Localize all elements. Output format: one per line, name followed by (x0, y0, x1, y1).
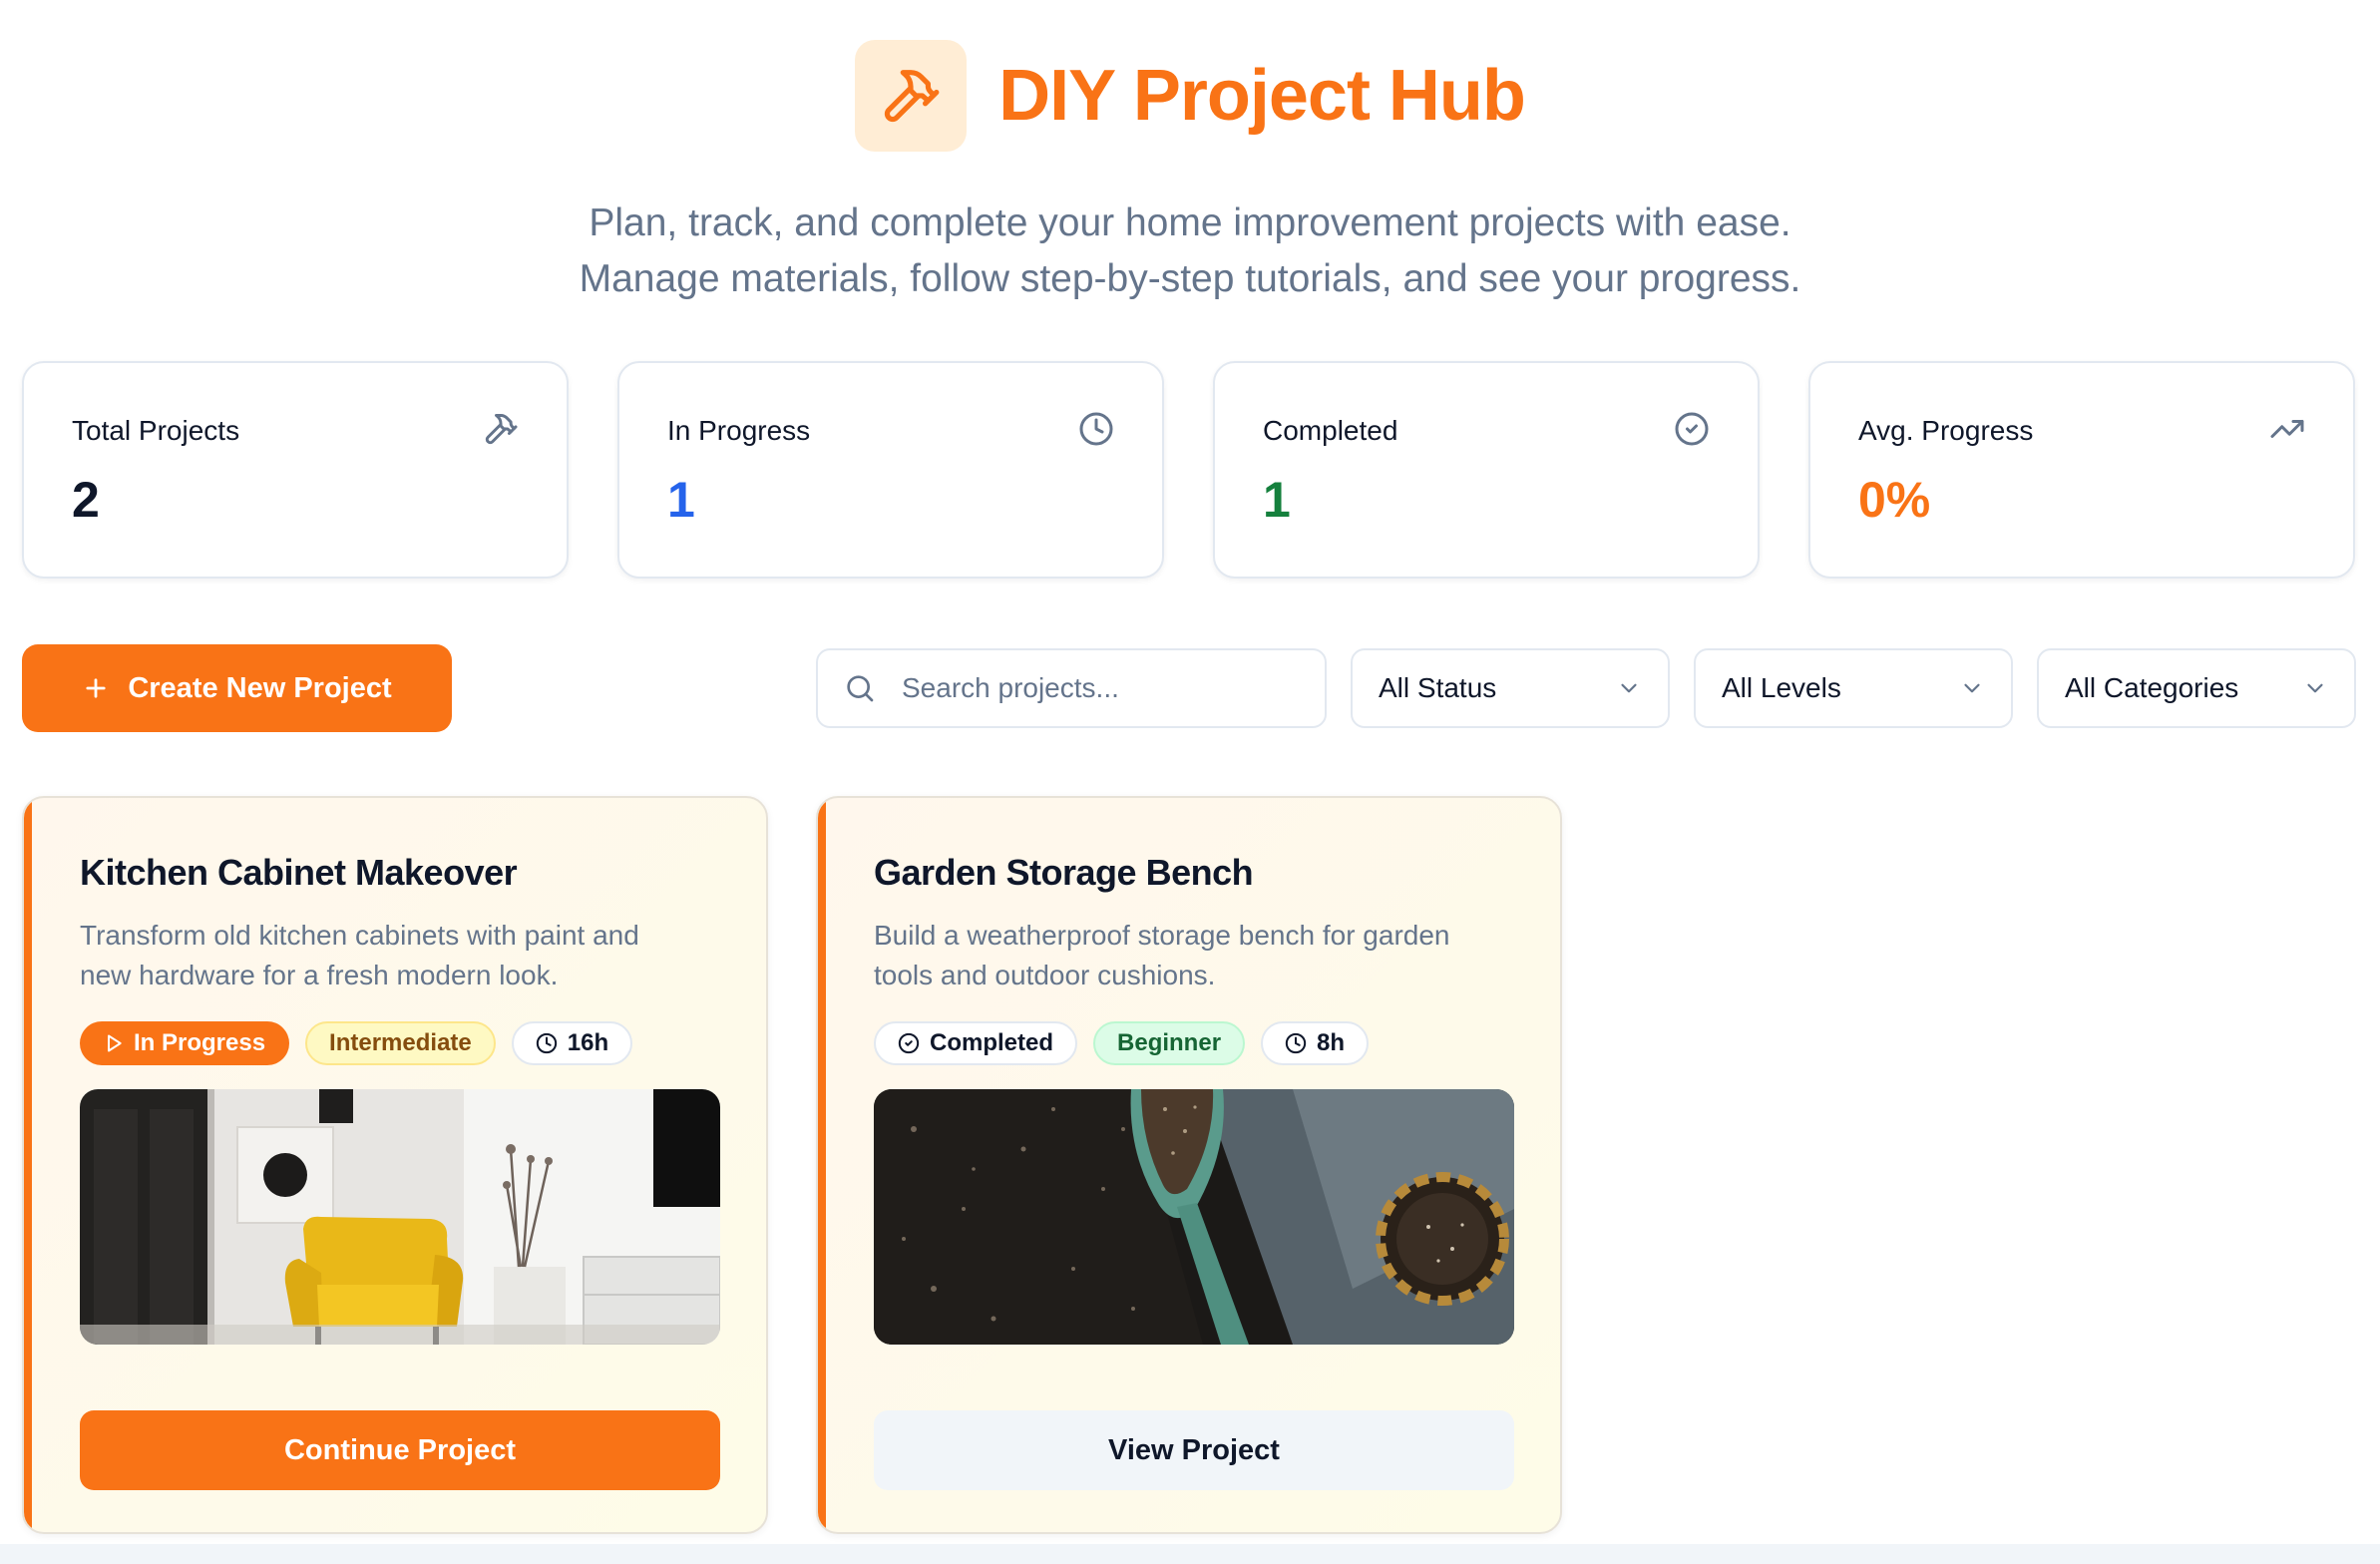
chevron-down-icon (1621, 683, 1637, 693)
living-room-photo (80, 1089, 720, 1345)
page-subtitle: Plan, track, and complete your home impr… (0, 196, 2380, 307)
status-filter-select[interactable]: All Status (1351, 648, 1670, 728)
clock-icon (536, 1032, 557, 1054)
stat-label: Total Projects (72, 415, 240, 446)
chevron-down-icon (1964, 683, 1980, 693)
search-box (816, 648, 1327, 728)
category-filter-select[interactable]: All Categories (2037, 648, 2356, 728)
status-badge: In Progress (80, 1021, 290, 1065)
trending-up-icon (2270, 420, 2304, 438)
time-badge: 16h (511, 1021, 633, 1065)
view-project-button[interactable]: View Project (874, 1410, 1514, 1490)
page-bottom-edge (0, 1544, 2380, 1564)
search-icon (847, 675, 874, 702)
stat-card-in-progress: In Progress 1 (617, 361, 1164, 579)
continue-project-button[interactable]: Continue Project (80, 1410, 720, 1490)
stat-label: Avg. Progress (1858, 415, 2034, 446)
stat-value: 2 (72, 472, 100, 528)
project-badges: In Progress Intermediate 16h (80, 1021, 633, 1065)
status-badge: Completed (874, 1021, 1078, 1065)
time-badge-label: 16h (567, 1029, 609, 1056)
page-title: DIY Project Hub (998, 56, 1526, 136)
time-badge: 8h (1261, 1021, 1370, 1065)
clock-icon (1079, 412, 1113, 446)
search-input[interactable] (902, 672, 1281, 704)
check-circle-icon (898, 1032, 920, 1054)
project-image (80, 1089, 720, 1345)
page-header: DIY Project Hub Plan, track, and complet… (0, 40, 2380, 307)
brand: DIY Project Hub (0, 40, 2380, 152)
level-filter-value: All Levels (1722, 672, 1841, 703)
stat-value: 0% (1858, 472, 1931, 528)
difficulty-badge-label: Beginner (1117, 1029, 1222, 1056)
stat-label: In Progress (667, 415, 811, 446)
stat-label: Completed (1263, 415, 1398, 446)
project-title: Garden Storage Bench (874, 852, 1254, 893)
play-icon (108, 1034, 122, 1052)
stat-value: 1 (1263, 472, 1291, 528)
stat-card-completed: Completed 1 (1213, 361, 1760, 579)
status-badge-label: Completed (930, 1029, 1054, 1056)
clock-icon (1285, 1032, 1307, 1054)
stat-card-total: Total Projects 2 (22, 361, 569, 579)
project-description: Build a weatherproof storage bench for g… (874, 920, 1450, 990)
project-image (874, 1089, 1514, 1345)
plus-icon (86, 678, 106, 698)
project-title: Kitchen Cabinet Makeover (80, 852, 518, 893)
project-card[interactable]: Kitchen Cabinet Makeover Transform old k… (22, 796, 768, 1534)
level-filter-select[interactable]: All Levels (1694, 648, 2013, 728)
project-badges: Completed Beginner 8h (874, 1021, 1370, 1065)
stat-value: 1 (667, 472, 695, 528)
garden-trowel-photo (874, 1089, 1514, 1345)
category-filter-value: All Categories (2065, 672, 2239, 703)
create-project-button[interactable]: Create New Project (22, 644, 452, 732)
create-project-label: Create New Project (128, 671, 392, 704)
status-badge-label: In Progress (134, 1029, 266, 1056)
stat-card-avg-progress: Avg. Progress 0% (1808, 361, 2355, 579)
time-badge-label: 8h (1317, 1029, 1346, 1056)
check-circle-icon (1675, 412, 1709, 446)
hammer-icon (855, 40, 968, 152)
difficulty-badge: Beginner (1093, 1021, 1246, 1065)
subtitle-line: Manage materials, follow step-by-step tu… (579, 257, 1801, 300)
status-filter-value: All Status (1379, 672, 1497, 703)
project-description: Transform old kitchen cabinets with pain… (80, 920, 639, 990)
hammer-icon (485, 413, 518, 445)
subtitle-line: Plan, track, and complete your home impr… (589, 201, 1791, 244)
difficulty-badge: Intermediate (305, 1021, 496, 1065)
project-card[interactable]: Garden Storage Bench Build a weatherproo… (816, 796, 1562, 1534)
chevron-down-icon (2307, 683, 2323, 693)
difficulty-badge-label: Intermediate (329, 1029, 472, 1056)
